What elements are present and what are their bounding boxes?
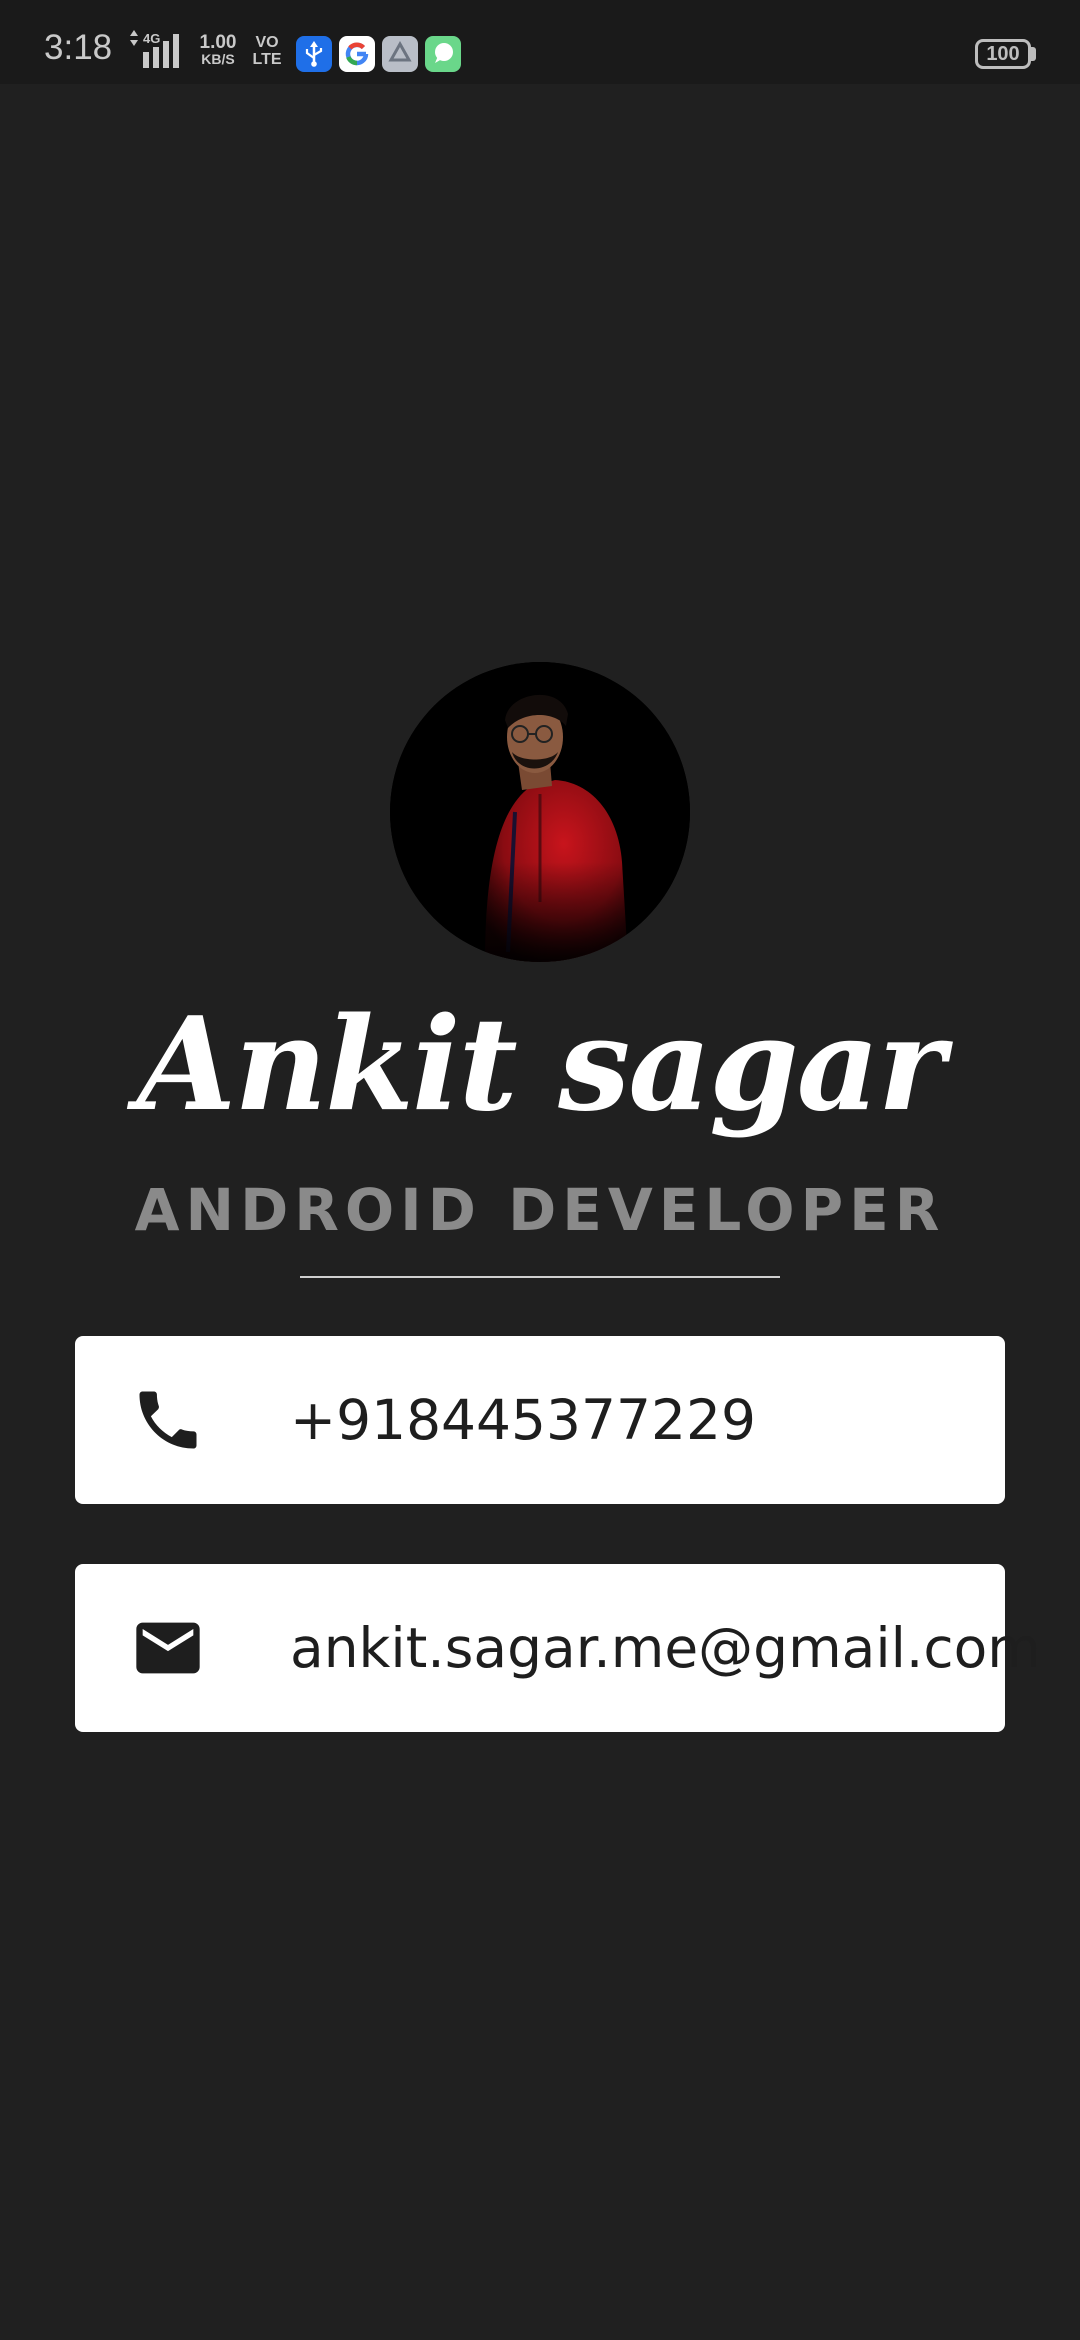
email-address: ankit.sagar.me@gmail.com [290,1616,1041,1680]
network-type-label: 4G [143,31,160,46]
drive-icon [382,36,418,72]
phone-icon [139,1391,197,1449]
google-icon [339,36,375,72]
divider [300,1276,780,1278]
battery-level: 100 [986,43,1020,65]
volte-top-label: VO [255,34,279,51]
chat-icon [425,36,461,72]
profile-photo [390,662,690,962]
network-speed: 1.00 KB/S [196,32,240,67]
email-card[interactable]: ankit.sagar.me@gmail.com [75,1564,1041,1732]
mail-icon [136,1622,200,1674]
status-time: 3:18 [44,28,113,67]
network-speed-value: 1.00 [199,32,237,53]
phone-card[interactable]: +918445377229 [75,1336,1005,1504]
battery-icon: 100 [975,39,1031,69]
profile-avatar [390,662,690,962]
profile-name: Ankit sagar [136,990,945,1140]
status-bar: 3:18 4G 1.00 KB/S VO LTE 100 [0,0,1080,84]
network-speed-unit: KB/S [201,51,235,67]
volte-bottom-label: LTE [252,51,282,68]
usb-icon [296,36,332,72]
phone-number: +918445377229 [290,1388,756,1452]
signal-strength-icon: 4G [130,30,179,68]
battery-tip [1031,47,1036,61]
volte-indicator: VO LTE [250,34,284,68]
profile-role: ANDROID DEVELOPER [134,1176,946,1244]
